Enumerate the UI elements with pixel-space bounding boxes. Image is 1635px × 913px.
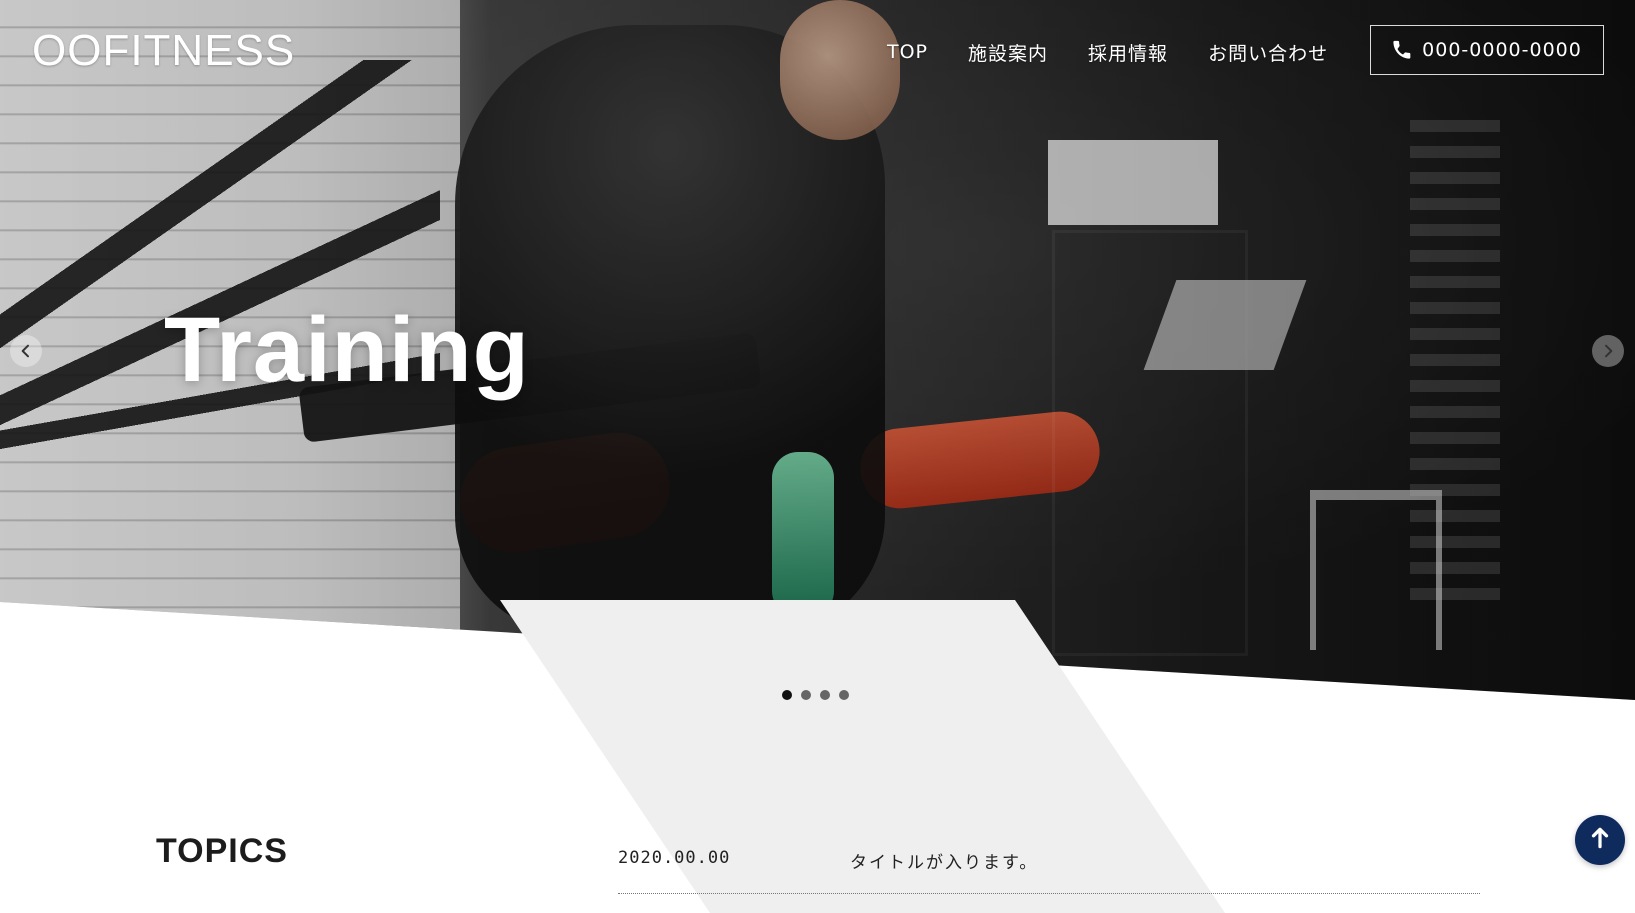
phone-number: 000-0000-0000	[1422, 39, 1582, 61]
nav-recruit[interactable]: 採用情報	[1088, 39, 1168, 66]
phone-icon	[1392, 40, 1412, 60]
slider-dots	[782, 690, 849, 700]
topic-title-link[interactable]: タイトルが入ります。	[850, 848, 1038, 873]
topic-row[interactable]: 2020.00.00 タイトルが入ります。	[618, 840, 1480, 894]
nav-contact[interactable]: お問い合わせ	[1208, 39, 1328, 66]
page: OOFITNESS TOP 施設案内 採用情報 お問い合わせ 000-0000-…	[0, 0, 1635, 913]
topic-date: 2020.00.00	[618, 848, 731, 868]
back-to-top-button[interactable]	[1575, 815, 1625, 865]
slider-dot-4[interactable]	[839, 690, 849, 700]
arrow-up-icon	[1587, 825, 1613, 855]
nav-facility[interactable]: 施設案内	[968, 39, 1048, 66]
slider-dot-3[interactable]	[820, 690, 830, 700]
slider-next-button[interactable]	[1592, 335, 1624, 367]
slider-dot-2[interactable]	[801, 690, 811, 700]
hero-title: Training	[164, 299, 530, 401]
phone-button[interactable]: 000-0000-0000	[1370, 25, 1604, 75]
chevron-right-icon	[1600, 343, 1616, 359]
chevron-left-icon	[18, 343, 34, 359]
site-logo[interactable]: OOFITNESS	[32, 28, 295, 74]
nav-top[interactable]: TOP	[887, 41, 928, 63]
slider-prev-button[interactable]	[10, 335, 42, 367]
slider-dot-1[interactable]	[782, 690, 792, 700]
main-nav: TOP 施設案内 採用情報 お問い合わせ	[887, 36, 1328, 68]
site-header: OOFITNESS TOP 施設案内 採用情報 お問い合わせ 000-0000-…	[0, 0, 1635, 100]
topics-title: TOPICS	[156, 832, 288, 870]
